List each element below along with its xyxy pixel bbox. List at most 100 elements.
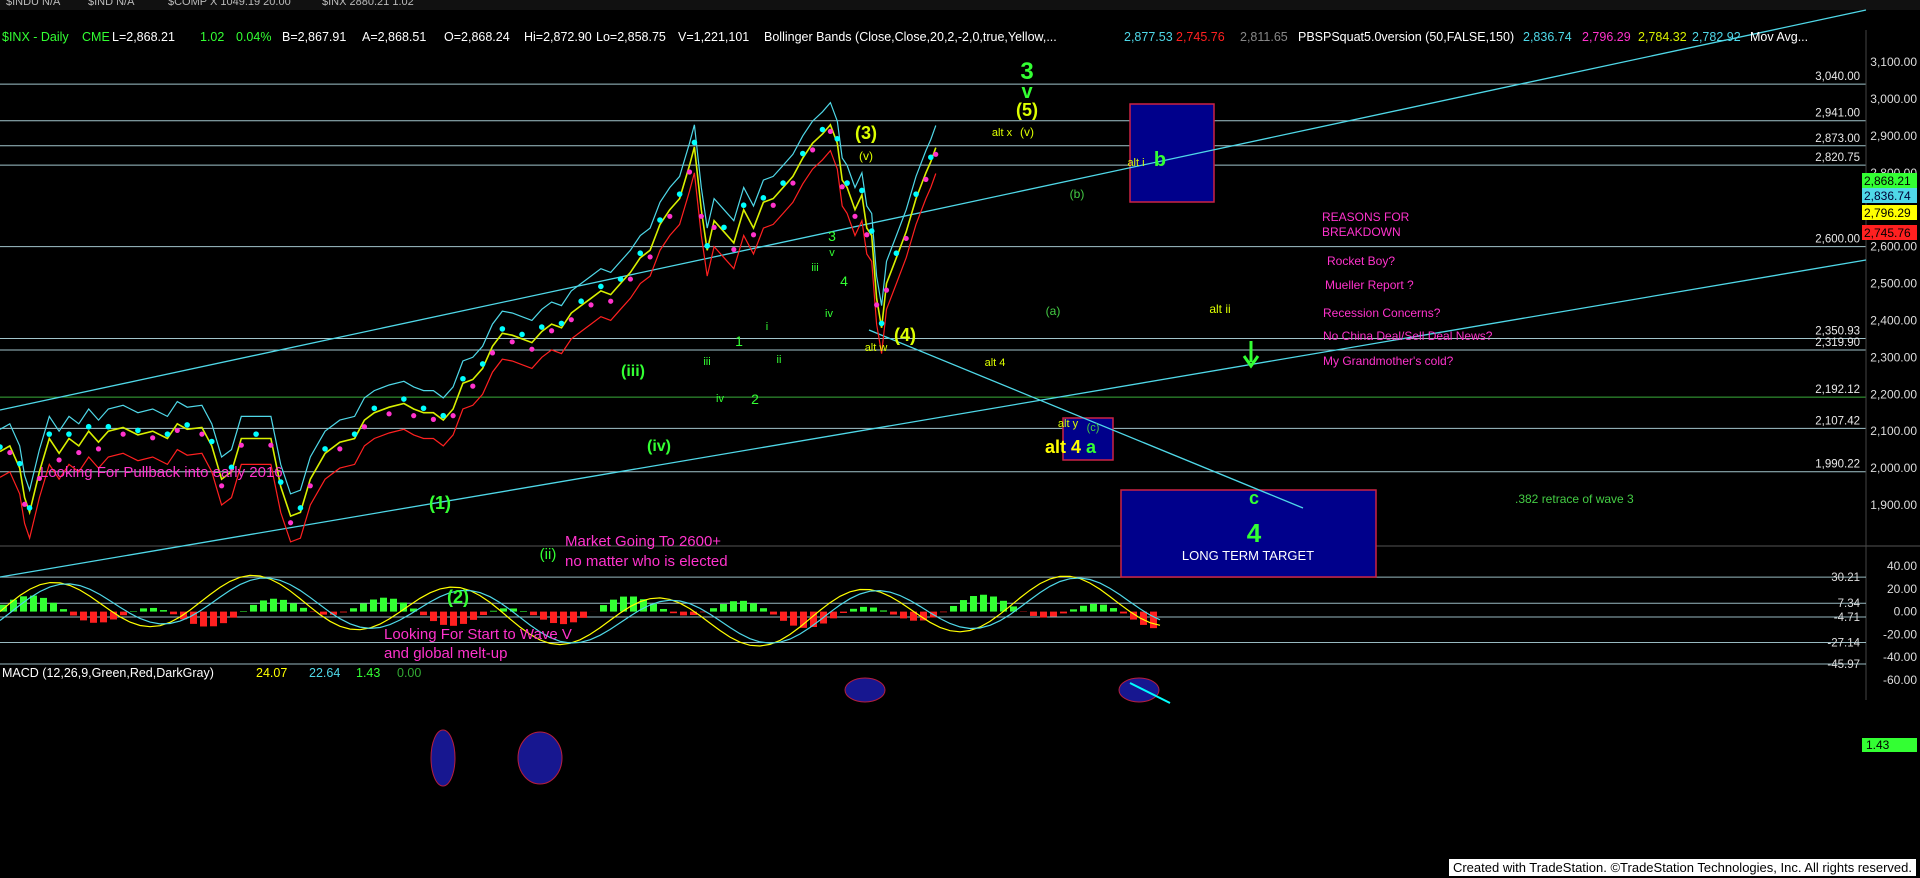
macd-histogram-bar <box>490 610 497 612</box>
price-badge-label: 2,868.21 <box>1864 174 1911 188</box>
cyan-marker <box>859 187 865 194</box>
macd-histogram-bar <box>470 611 477 620</box>
magenta-marker <box>810 147 816 153</box>
magenta-marker <box>549 328 555 334</box>
cyan-marker <box>26 505 33 511</box>
down-arrow-icon <box>1242 341 1260 369</box>
magenta-marker <box>120 431 126 437</box>
macd-histogram-bar <box>240 611 247 612</box>
cyan-marker <box>371 405 378 412</box>
bb-label: Bollinger Bands (Close,Close,20,2,-2,0,t… <box>764 30 1057 44</box>
magenta-marker <box>750 232 757 238</box>
macd-highlight-ellipse <box>517 731 563 785</box>
macd-tick-label: 20.00 <box>1887 582 1917 596</box>
magenta-marker <box>95 446 102 452</box>
macd-grid: 40.00 20.00 0.00 -20.00 -40.00 -60.00 30.21 7.3… <box>0 559 1917 752</box>
change-value: 1.02 <box>200 30 225 44</box>
macd-histogram-bar <box>760 608 767 612</box>
reason-item: My Grandmother's cold? <box>1323 354 1454 368</box>
macd-histogram-bar <box>160 610 167 612</box>
price-badge-label: 2,745.76 <box>1864 226 1911 240</box>
macd-histogram-bar <box>430 611 437 622</box>
magenta-marker <box>411 413 417 419</box>
macd-histogram-bar <box>80 611 87 621</box>
macd-histogram-bar <box>210 611 217 627</box>
macd-histogram-bar <box>530 611 537 616</box>
cyan-marker <box>105 423 112 430</box>
magenta-marker <box>883 287 890 293</box>
price-badge-label: 2,796.29 <box>1864 206 1911 220</box>
bb-lower: 2,745.76 <box>1176 30 1225 44</box>
magenta-marker <box>386 411 392 417</box>
macd-label: MACD (12,26,9,Green,Red,DarkGray) <box>2 666 214 680</box>
macd-histogram-bar <box>1030 611 1037 616</box>
macd-histogram-bar <box>960 600 967 612</box>
magenta-marker <box>22 501 28 507</box>
macd-histogram-bar <box>890 611 897 615</box>
macd-histogram-bar <box>1090 603 1097 612</box>
macd-histogram-bar <box>990 596 997 612</box>
small-3-label: 3 <box>828 228 836 244</box>
cyan-marker <box>657 217 663 223</box>
pbs-3: 2,784.32 <box>1638 30 1687 44</box>
macd-histogram-bar <box>1070 609 1077 612</box>
small-iii-2-label: iii <box>703 356 710 368</box>
level-label: 2,319.90 <box>1815 337 1860 349</box>
cyan-marker <box>440 412 447 419</box>
small-v-label: v <box>829 247 835 259</box>
macd-histogram-bar <box>880 610 887 612</box>
magenta-marker <box>470 383 476 389</box>
exchange-label: CME <box>82 30 110 44</box>
symbol-label: $INX - Daily <box>2 30 69 44</box>
bb-lower-line <box>0 149 937 543</box>
last-value: L=2,868.21 <box>112 30 175 44</box>
small-4-label: 4 <box>840 273 848 289</box>
pbs-2: 2,796.29 <box>1582 30 1631 44</box>
bid-value: B=2,867.91 <box>282 30 347 44</box>
macd-histogram-bar <box>780 611 787 621</box>
macd-histogram-bar <box>70 611 77 616</box>
magenta-marker <box>361 424 368 430</box>
macd-histogram-bar <box>550 611 557 624</box>
price-chart: 40.0020.000.00-20.00-40.00-60.0030.217.3… <box>0 9 1920 787</box>
magenta-marker <box>852 213 858 219</box>
macd-histogram-bar <box>850 608 857 612</box>
cyan-marker <box>16 460 23 467</box>
start-wave-v-note-1: Looking For Start to Wave V <box>384 626 572 643</box>
cyan-marker <box>46 431 53 437</box>
magenta-marker <box>933 151 939 157</box>
cyan-marker <box>740 202 747 209</box>
cyan-marker <box>598 283 604 290</box>
reason-item: Rocket Boy? <box>1327 254 1395 268</box>
macd-histogram-bar <box>380 597 387 612</box>
magenta-marker <box>199 431 205 437</box>
macd-histogram-bar <box>420 611 427 616</box>
alt-y-label: alt y <box>1058 418 1079 430</box>
alt-ii-label: alt ii <box>1209 302 1230 316</box>
magenta-marker <box>790 180 796 186</box>
wave-4-paren-label: (4) <box>894 325 916 345</box>
volume-value: V=1,221,101 <box>678 30 750 44</box>
macd-level-label: -45.97 <box>1827 659 1860 671</box>
level-label: 2,873.00 <box>1815 133 1860 145</box>
bb-mid: 2,811.65 <box>1240 30 1288 44</box>
cyan-marker <box>297 505 304 511</box>
magenta-marker <box>219 483 225 489</box>
macd-histogram-bar <box>220 611 227 624</box>
level-label: 3,040.00 <box>1815 71 1860 83</box>
macd-histogram-bar <box>290 603 297 612</box>
alt-i-label: alt i <box>1127 157 1144 169</box>
magenta-marker <box>608 298 614 304</box>
level-label: 2,107.42 <box>1815 415 1860 427</box>
price-tick-label: 2,500.00 <box>1870 277 1917 291</box>
magenta-marker <box>903 235 909 242</box>
wave-ii-label: (ii) <box>540 546 557 563</box>
wave-4-large-label: 4 <box>1247 518 1262 548</box>
low-value: Lo=2,858.75 <box>596 30 666 44</box>
macd-histogram-bar <box>750 603 757 612</box>
price-tick-label: 3,000.00 <box>1870 92 1917 106</box>
price-grid <box>0 30 1920 700</box>
small-1-label: 1 <box>735 333 743 349</box>
cyan-marker <box>844 180 850 186</box>
reasons-title-line2: BREAKDOWN <box>1322 225 1401 239</box>
